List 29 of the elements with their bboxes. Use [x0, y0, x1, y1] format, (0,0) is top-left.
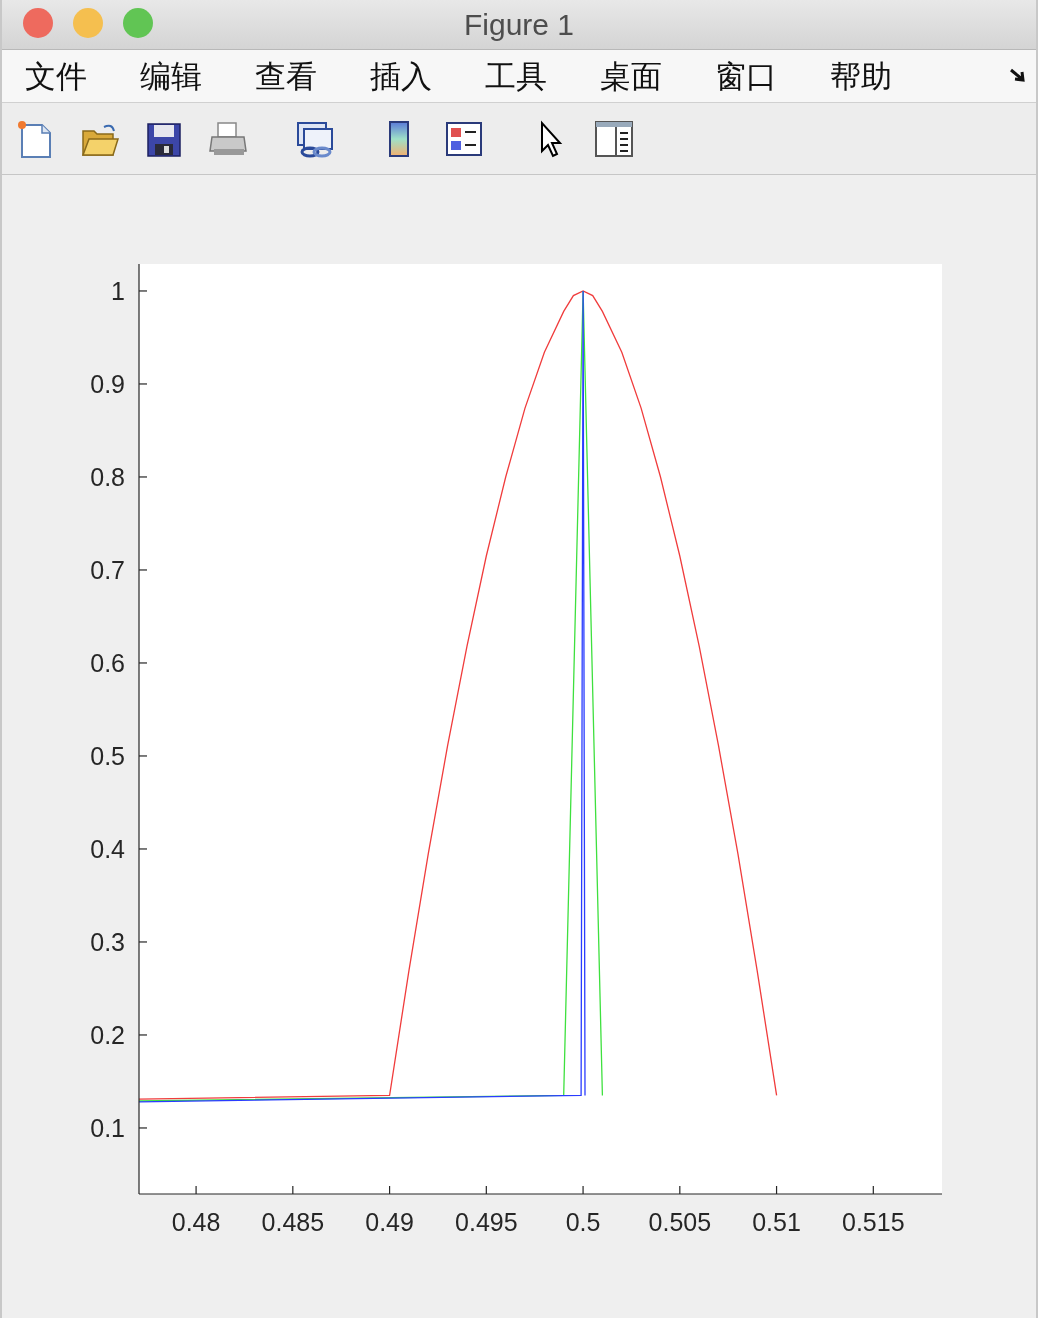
menu-item[interactable]: 帮助 [807, 49, 922, 103]
menu-item[interactable]: 窗口 [692, 49, 807, 103]
window-title: Figure 1 [463, 7, 575, 43]
tick-label: 0.495 [455, 1208, 518, 1236]
tick-label: 0.49 [365, 1208, 414, 1236]
menu-item[interactable]: 文件 [2, 49, 117, 103]
tick-label: 0.505 [648, 1208, 712, 1236]
tick-label: 0.5 [565, 1208, 601, 1236]
tick-label: 0.4 [90, 834, 125, 863]
dock-arrow-icon[interactable] [1010, 68, 1028, 84]
tick-label: 0.6 [90, 648, 125, 677]
tick-label: 0.1 [90, 1113, 125, 1142]
tick-label: 0.5 [90, 741, 125, 770]
menu-item[interactable]: 工具 [462, 49, 577, 103]
menu-item[interactable]: 插入 [347, 49, 462, 103]
tick-label: 0.2 [90, 1020, 125, 1049]
tick-label: 0.8 [90, 462, 125, 491]
tick-label: 0.48 [171, 1208, 221, 1236]
tick-label: 0.515 [842, 1208, 905, 1236]
tick-label: 0.51 [752, 1208, 801, 1236]
menu-item[interactable]: 桌面 [577, 49, 692, 103]
tick-label: 0.7 [90, 555, 125, 584]
tick-label: 1 [111, 276, 125, 305]
menu-item[interactable]: 查看 [232, 49, 347, 103]
property-panel-icon[interactable] [594, 118, 634, 159]
tick-label: 0.3 [90, 927, 125, 956]
tick-label: 0.485 [261, 1208, 325, 1236]
menu-item[interactable]: 编辑 [117, 49, 232, 103]
tick-label: 0.9 [90, 369, 125, 398]
